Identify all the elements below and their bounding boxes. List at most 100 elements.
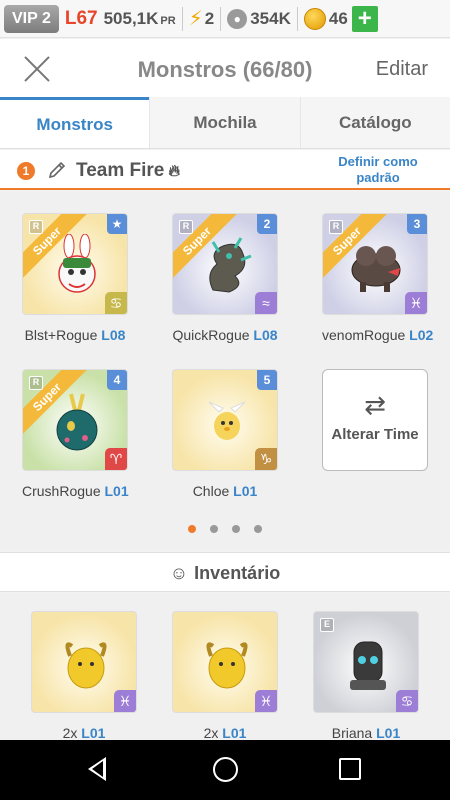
- tab-monstros[interactable]: Monstros: [0, 97, 150, 148]
- power-rating: 505,1K PR: [104, 9, 176, 29]
- slot-number: 4: [107, 370, 127, 390]
- rank-badge: R: [29, 376, 43, 390]
- monster-label: 2x L01: [31, 725, 137, 740]
- system-nav-bar: [0, 740, 450, 800]
- inventory-grid: ♓ 2x L01 ♓ 2x L01 E ♋ Briana L01: [0, 593, 450, 740]
- monster-label: venomRogue L02: [322, 327, 433, 343]
- player-level: L67: [64, 7, 98, 29]
- add-coins-button[interactable]: +: [351, 5, 378, 32]
- monster-card[interactable]: ♓: [31, 611, 137, 713]
- divider: [296, 6, 298, 31]
- element-icon: ♋: [105, 292, 127, 314]
- monster-portrait: [350, 641, 386, 690]
- team-slot[interactable]: 5 ♑ Chloe L01: [172, 369, 278, 499]
- paw-counter[interactable]: ● 354K: [227, 8, 291, 29]
- team-row: 1 Team Fire 🔥︎ Definir como padrão: [0, 150, 450, 190]
- inventory-header: ☺ Inventário: [0, 552, 450, 592]
- team-slot[interactable]: Super R ★ ♋ Blst+Rogue L08: [22, 213, 128, 343]
- lightning-icon: ⚡: [188, 8, 203, 30]
- slot-number: 5: [257, 370, 277, 390]
- divider: [181, 6, 183, 31]
- coin-counter[interactable]: 46: [303, 7, 348, 30]
- set-default-button[interactable]: Definir como padrão: [323, 154, 433, 186]
- vip-badge[interactable]: VIP 2: [4, 4, 59, 33]
- page-dot[interactable]: [254, 525, 262, 533]
- team-name[interactable]: Team Fire 🔥︎: [76, 160, 180, 182]
- team-slot[interactable]: Super R 4 ♈ CrushRogue L01: [22, 369, 129, 499]
- monster-portrait: [206, 642, 248, 689]
- page-dot[interactable]: [210, 525, 218, 533]
- edit-button[interactable]: Editar: [376, 58, 428, 81]
- monster-label: CrushRogue L01: [22, 483, 129, 499]
- monster-level: L02: [409, 327, 434, 343]
- monster-name: QuickRogue: [172, 327, 250, 343]
- power-rating-value: 505,1K: [103, 8, 159, 28]
- monster-name: 2x: [203, 725, 219, 740]
- power-rating-unit: PR: [160, 14, 176, 27]
- monster-level: L01: [222, 725, 247, 740]
- energy-counter[interactable]: ⚡ 2: [189, 6, 215, 31]
- recent-apps-icon[interactable]: [339, 758, 361, 780]
- monster-card[interactable]: Super R 4 ♈: [22, 369, 128, 471]
- inventory-title-label: Inventário: [194, 563, 281, 583]
- page-dot[interactable]: [232, 525, 240, 533]
- fire-icon: 🔥︎: [168, 163, 181, 180]
- monster-name: Blst+Rogue: [24, 327, 98, 343]
- team-number-badge: 1: [17, 162, 35, 180]
- monster-name: Briana: [331, 725, 373, 740]
- page-header: Monstros (66/80) Editar: [0, 39, 450, 97]
- coin-icon: [303, 7, 326, 30]
- swap-arrows-icon: ⇄: [364, 390, 386, 420]
- monster-level: L01: [81, 725, 106, 740]
- rank-badge: R: [329, 220, 343, 234]
- monster-label: 2x L01: [172, 725, 278, 740]
- tab-catalogo[interactable]: Catálogo: [299, 97, 450, 148]
- status-bar: VIP 2 L67 505,1K PR ⚡ 2 ● 354K 46 +: [0, 0, 450, 38]
- monster-card[interactable]: E ♋: [313, 611, 419, 713]
- paw-icon: ●: [227, 8, 248, 29]
- paw-value: 354K: [250, 8, 291, 28]
- monster-card[interactable]: Super R 2 ≈: [172, 213, 278, 315]
- monster-face-icon: ☺: [169, 563, 189, 583]
- monster-card[interactable]: 5 ♑: [172, 369, 278, 471]
- inventory-title: ☺ Inventário: [170, 563, 280, 583]
- pencil-icon[interactable]: [47, 160, 67, 180]
- tab-mochila[interactable]: Mochila: [149, 97, 300, 148]
- team-grid: Super R ★ ♋ Blst+Rogue L08 Super R 2 ≈ Q…: [0, 192, 450, 550]
- element-icon: ≈: [255, 292, 277, 314]
- back-icon-inner: [92, 761, 103, 777]
- inventory-item[interactable]: ♓ 2x L01: [172, 611, 278, 740]
- energy-value: 2: [204, 8, 215, 28]
- monster-level: L08: [253, 327, 278, 343]
- monster-card[interactable]: Super R 3 ♓: [322, 213, 428, 315]
- monster-label: Chloe L01: [172, 483, 278, 499]
- rank-badge: R: [179, 220, 193, 234]
- page-dot[interactable]: [188, 525, 196, 533]
- change-team-label: Alterar Time: [331, 426, 419, 443]
- home-icon[interactable]: [213, 757, 238, 782]
- monster-card[interactable]: ♓: [172, 611, 278, 713]
- inventory-item[interactable]: ♓ 2x L01: [31, 611, 137, 740]
- tab-bar: Monstros Mochila Catálogo: [0, 97, 450, 149]
- element-icon: ♋: [396, 690, 418, 712]
- inventory-item[interactable]: E ♋ Briana L01: [313, 611, 419, 740]
- monster-level: L01: [104, 483, 129, 499]
- divider: [220, 6, 222, 31]
- monster-portrait: [65, 642, 107, 689]
- element-icon: ♈: [105, 448, 127, 470]
- page-indicator: [0, 520, 450, 538]
- monster-card[interactable]: Super R ★ ♋: [22, 213, 128, 315]
- team-name-label: Team Fire: [76, 160, 165, 181]
- star-icon: ★: [107, 214, 127, 234]
- monster-name: 2x: [62, 725, 78, 740]
- team-slot[interactable]: Super R 2 ≈ QuickRogue L08: [172, 213, 278, 343]
- rank-badge: E: [320, 618, 334, 632]
- change-team-button[interactable]: ⇄ Alterar Time: [322, 369, 428, 471]
- slot-number: 3: [407, 214, 427, 234]
- team-slot[interactable]: Super R 3 ♓ venomRogue L02: [322, 213, 433, 343]
- slot-number: 2: [257, 214, 277, 234]
- monster-label: Blst+Rogue L08: [22, 327, 128, 343]
- monster-label: Briana L01: [313, 725, 419, 740]
- monster-level: L08: [101, 327, 126, 343]
- rank-badge: R: [29, 220, 43, 234]
